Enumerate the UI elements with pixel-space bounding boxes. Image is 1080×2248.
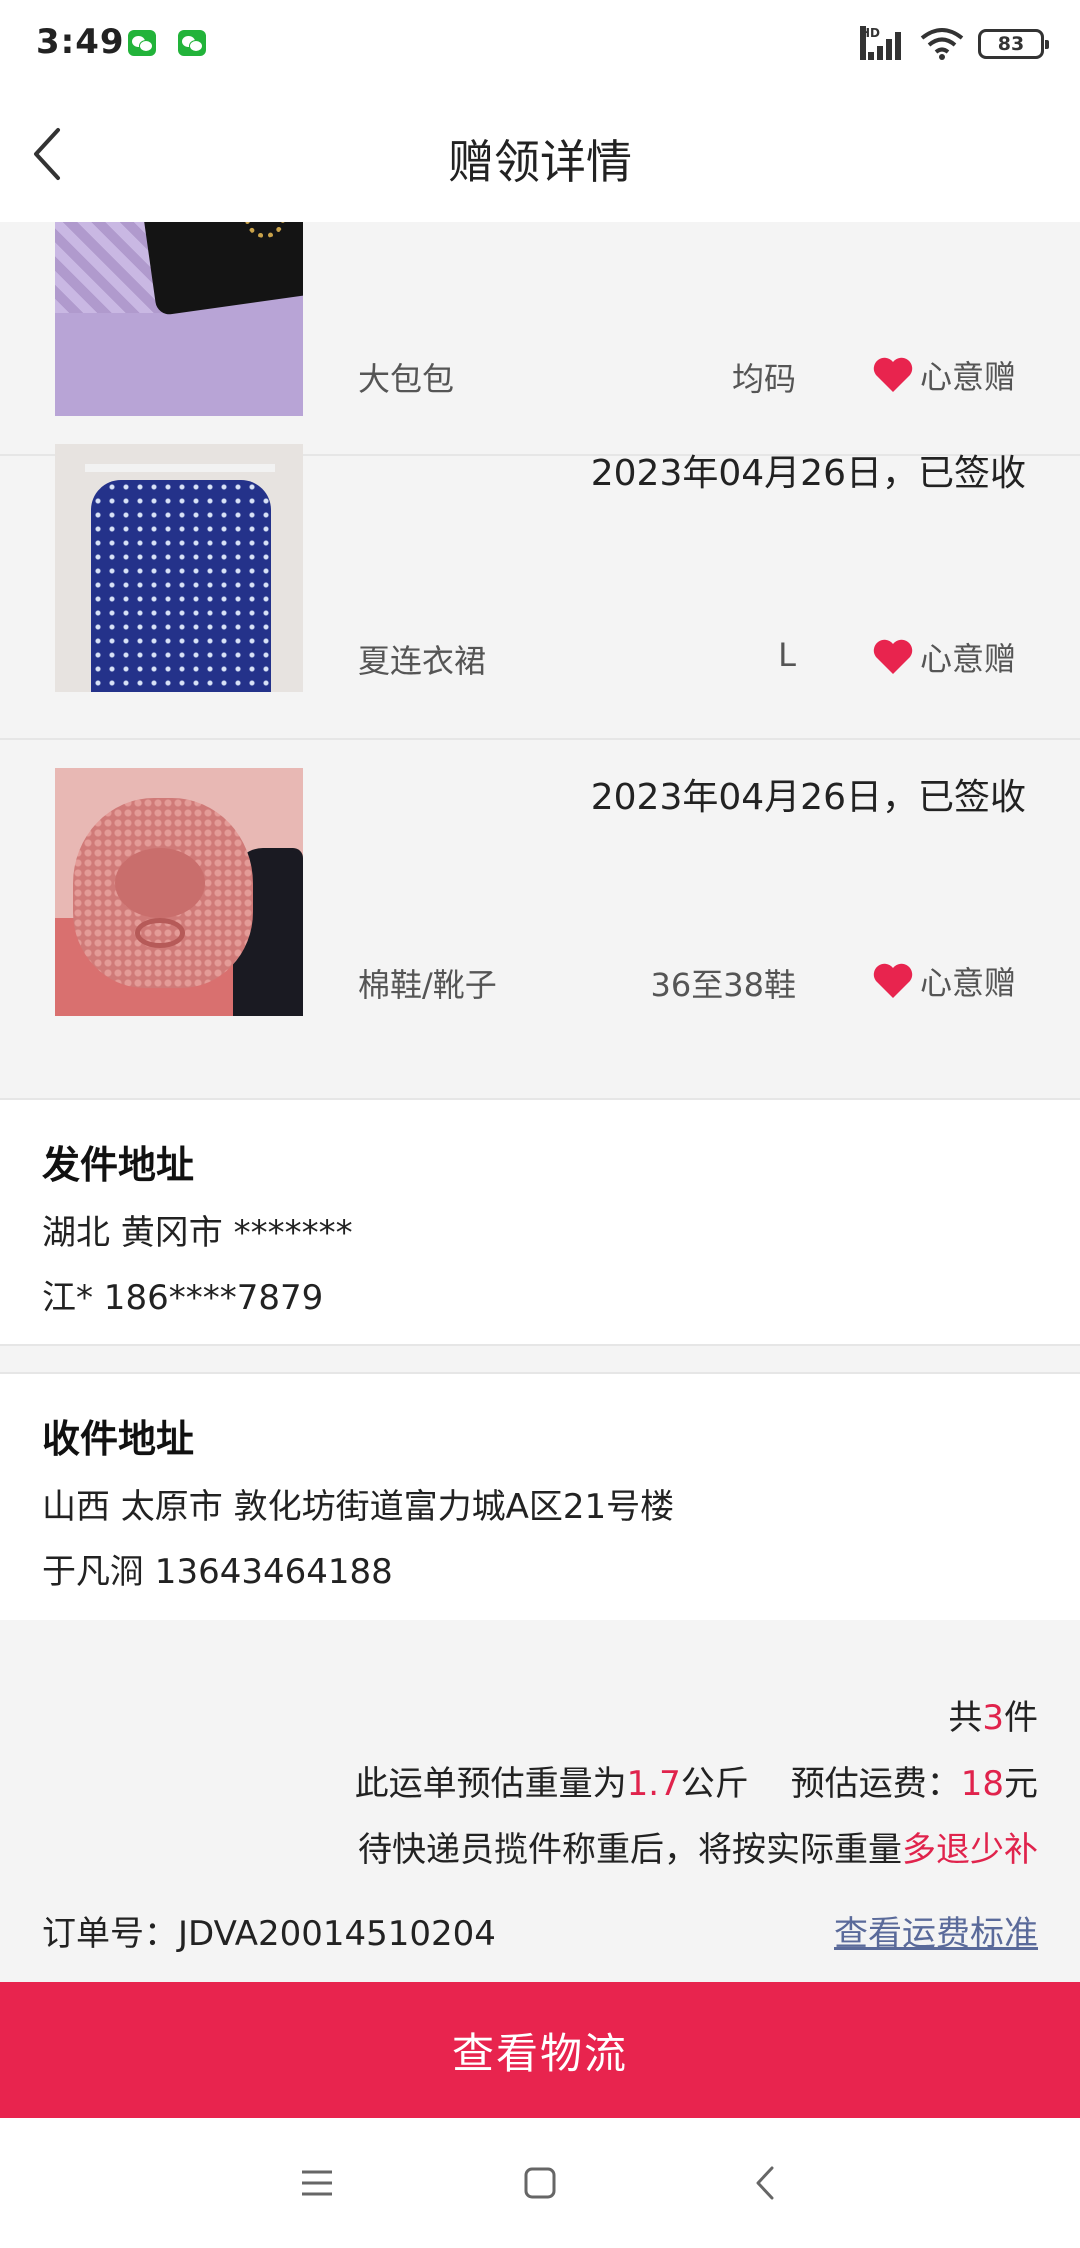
item-date: 2023年04月26日，已签收 xyxy=(590,777,1026,818)
fee-standard-link[interactable]: 查看运费标准 xyxy=(834,1906,1038,1955)
weight-value: 1.7 xyxy=(626,1764,681,1804)
item-name: 棉鞋/靴子 xyxy=(358,966,497,1004)
section-divider xyxy=(0,1344,1080,1372)
item-size: L xyxy=(778,636,796,674)
order-number-value: JDVA20014510204 xyxy=(178,1914,496,1954)
item-date: 2023年04月26日，已签收 xyxy=(590,453,1026,494)
back-icon[interactable] xyxy=(742,2158,792,2208)
heart-icon xyxy=(873,357,913,392)
page-title: 赠领详情 xyxy=(448,135,632,189)
list-item[interactable]: 2023年04月26日，已签收 棉鞋/靴子 36至38鞋 心意赠 xyxy=(0,740,1080,1064)
item-tag-label: 心意赠 xyxy=(920,358,1017,396)
item-thumbnail[interactable] xyxy=(55,222,303,416)
wechat-icon xyxy=(128,30,156,56)
receiver-contact: 于凡浻 13643464188 xyxy=(42,1552,393,1592)
sender-address-card: 发件地址 湖北 黄冈市 ******* 江* 186****7879 xyxy=(0,1098,1080,1344)
system-nav-bar xyxy=(0,2118,1080,2248)
item-name: 大包包 xyxy=(358,360,455,398)
item-tag: 心意赠 xyxy=(872,958,1016,1004)
weight-note: 待快递员揽件称重后，将按实际重量多退少补 xyxy=(358,1830,1038,1870)
heart-icon xyxy=(873,639,913,674)
item-size: 均码 xyxy=(731,360,796,398)
status-bar: 3:49 HD 83 xyxy=(0,0,1080,88)
sender-address-line: 湖北 黄冈市 ******* xyxy=(42,1213,353,1253)
item-count: 共3件 xyxy=(948,1698,1038,1738)
home-icon[interactable] xyxy=(515,2158,565,2208)
wechat-icon xyxy=(178,30,206,56)
item-thumbnail[interactable] xyxy=(55,444,303,692)
list-item[interactable]: 2023年04月26日，已签收 夏连衣裙 L 心意赠 xyxy=(0,416,1080,740)
signal-icon: HD xyxy=(860,26,906,62)
menu-icon[interactable] xyxy=(292,2158,342,2208)
item-size: 36至38鞋 xyxy=(650,966,796,1004)
item-tag: 心意赠 xyxy=(872,634,1016,680)
heart-icon xyxy=(873,963,913,998)
item-tag: 心意赠 xyxy=(872,352,1016,398)
status-time: 3:49 xyxy=(36,22,125,62)
receiver-address-title: 收件地址 xyxy=(42,1417,195,1461)
nav-header: 赠领详情 xyxy=(0,88,1080,222)
gift-item-list: 大包包 均码 心意赠 2023年04月26日，已签收 夏连衣裙 L 心意赠 20… xyxy=(0,222,1080,1098)
receiver-address-card: 收件地址 山西 太原市 敦化坊街道富力城A区21号楼 于凡浻 136434641… xyxy=(0,1372,1080,1620)
item-name: 夏连衣裙 xyxy=(358,642,487,680)
item-count-value: 3 xyxy=(982,1698,1004,1738)
status-indicators: HD 83 xyxy=(860,24,1049,64)
receiver-address-line: 山西 太原市 敦化坊街道富力城A区21号楼 xyxy=(42,1487,675,1527)
weight-and-fee: 此运单预估重量为1.7公斤 预估运费：18元 xyxy=(354,1764,1038,1804)
shipping-summary: 共3件 此运单预估重量为1.7公斤 预估运费：18元 待快递员揽件称重后，将按实际… xyxy=(0,1620,1080,1982)
item-tag-label: 心意赠 xyxy=(920,640,1017,678)
sender-address-title: 发件地址 xyxy=(42,1143,195,1187)
weight-note-highlight: 多退少补 xyxy=(902,1830,1038,1870)
view-logistics-button[interactable]: 查看物流 xyxy=(0,1982,1080,2118)
item-thumbnail[interactable] xyxy=(55,768,303,1016)
network-label: HD xyxy=(860,26,880,60)
item-tag-label: 心意赠 xyxy=(920,964,1017,1002)
wifi-icon xyxy=(920,28,964,60)
fee-value: 18 xyxy=(960,1764,1004,1804)
battery-indicator: 83 xyxy=(978,29,1049,59)
sender-contact: 江* 186****7879 xyxy=(42,1278,324,1318)
order-number: 订单号：JDVA20014510204 xyxy=(42,1914,496,1954)
